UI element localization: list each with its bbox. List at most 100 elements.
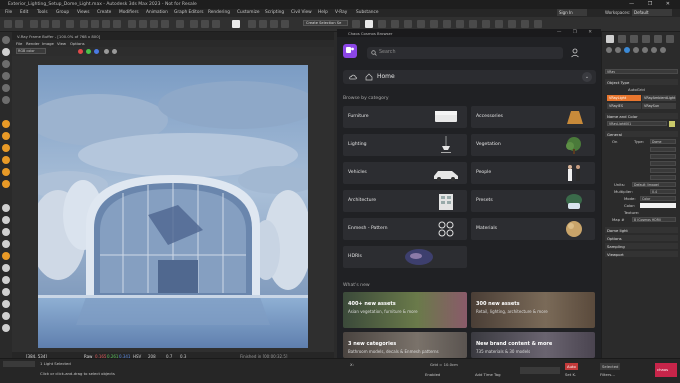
news-card-brand[interactable]: New brand content & more 735 materials &…	[471, 332, 595, 358]
angle-snap-icon[interactable]	[201, 20, 209, 28]
vray-proxy-tool-icon[interactable]	[2, 216, 10, 224]
chevron-down-icon[interactable]: ⌄	[582, 72, 592, 82]
blue-channel-icon[interactable]	[94, 49, 99, 54]
utilities-tab-icon[interactable]	[666, 35, 674, 43]
object-color-swatch[interactable]	[669, 121, 675, 127]
render-frame-icon[interactable]	[365, 20, 373, 28]
select-object-icon[interactable]	[80, 20, 88, 28]
cursor-icon[interactable]	[2, 36, 10, 44]
category-filter-select[interactable]: VRay	[605, 69, 678, 74]
fb-menu-view[interactable]: View	[57, 41, 66, 46]
menu-help[interactable]: Help	[318, 10, 328, 15]
selection-set-select[interactable]: Create Selection Se	[303, 20, 348, 26]
sampling-rollout[interactable]: Sampling	[605, 243, 678, 249]
length-field[interactable]	[650, 154, 676, 159]
units-select[interactable]: Default (image)	[632, 182, 676, 187]
category-materials[interactable]: Materials	[471, 218, 595, 240]
key-filters-button[interactable]: Filters...	[600, 372, 615, 377]
render-setup-icon[interactable]	[232, 20, 240, 28]
vrayambientlight-button[interactable]: VRayAmbientLight	[642, 95, 676, 101]
scene-explorer-icon[interactable]	[281, 20, 289, 28]
mode-select[interactable]: Color	[640, 196, 676, 201]
vray-light-tool-icon[interactable]	[2, 120, 10, 128]
viewport-rollout[interactable]: Viewport	[605, 251, 678, 257]
rect-selection-icon[interactable]	[102, 20, 110, 28]
auto-key-button[interactable]: Auto	[565, 363, 578, 370]
vray-decal-icon[interactable]	[2, 252, 10, 260]
menu-file[interactable]: File	[5, 10, 12, 15]
helpers-icon[interactable]	[642, 47, 648, 53]
portal-field[interactable]	[650, 168, 676, 173]
vray-scatter-icon[interactable]	[2, 264, 10, 272]
menu-rendering[interactable]: Rendering	[208, 10, 230, 15]
system-icon[interactable]	[2, 96, 10, 104]
fb-menu-options[interactable]: Options	[70, 41, 85, 46]
render-iterative-icon[interactable]	[404, 20, 412, 28]
cameras-icon[interactable]	[633, 47, 639, 53]
vray-physical-camera-icon[interactable]	[2, 204, 10, 212]
news-card-300[interactable]: 300 new assets Retail, lighting, archite…	[471, 292, 595, 328]
render-teapot-icon[interactable]	[391, 20, 399, 28]
category-vehicles[interactable]: Vehicles	[343, 162, 467, 184]
object-type-rollout[interactable]: Object Type	[605, 79, 678, 85]
rotate-icon[interactable]	[139, 20, 147, 28]
options-rollout[interactable]: Options	[605, 235, 678, 241]
shapes-icon[interactable]	[615, 47, 621, 53]
playback-controls[interactable]	[520, 367, 560, 374]
vray-render-icon[interactable]	[430, 20, 438, 28]
vray-clipper-icon[interactable]	[2, 240, 10, 248]
material-editor-icon[interactable]	[352, 20, 360, 28]
menu-civil-view[interactable]: Civil View	[291, 10, 312, 15]
vray-sun-tool-icon[interactable]	[2, 132, 10, 140]
vray-volume-icon[interactable]	[2, 288, 10, 296]
snaps-icon[interactable]	[190, 20, 198, 28]
multiplier-field[interactable]: 0.4	[650, 189, 676, 194]
place-icon[interactable]	[161, 20, 169, 28]
systems-icon[interactable]	[660, 47, 666, 53]
fb-menu-render[interactable]: Render	[26, 41, 40, 46]
subdivs-field[interactable]	[650, 175, 676, 180]
menu-edit[interactable]: Edit	[20, 10, 28, 15]
key-filter-select[interactable]: Selected	[600, 363, 621, 370]
vray-plane-icon[interactable]	[521, 20, 529, 28]
display-tab-icon[interactable]	[654, 35, 662, 43]
category-accessories[interactable]: Accessories	[471, 106, 595, 128]
menu-create[interactable]: Create	[97, 10, 111, 15]
on-checkbox[interactable]: On	[612, 139, 617, 144]
vray-enmesh-icon[interactable]	[2, 276, 10, 284]
hierarchy-tab-icon[interactable]	[630, 35, 638, 43]
target-distance-field[interactable]	[650, 147, 676, 152]
light-type-select[interactable]: Dome	[650, 139, 676, 144]
vray-sun-icon[interactable]	[482, 20, 490, 28]
camera-icon[interactable]	[2, 60, 10, 68]
selection-filter-icon[interactable]	[66, 20, 74, 28]
vraysun-button[interactable]: VRaySun	[642, 103, 676, 109]
vrayies-button[interactable]: VRayIES	[607, 103, 641, 109]
vray-fur-tool-icon[interactable]	[2, 228, 10, 236]
menu-views[interactable]: Views	[77, 10, 89, 15]
vray-lightmix-icon[interactable]	[2, 300, 10, 308]
user-icon[interactable]	[570, 47, 580, 59]
save-image-icon[interactable]	[104, 49, 109, 54]
render-preview[interactable]	[38, 65, 308, 348]
bind-icon[interactable]	[52, 20, 60, 28]
render-cloud-icon[interactable]	[417, 20, 425, 28]
menu-tools[interactable]: Tools	[37, 10, 48, 15]
category-presets[interactable]: Presets	[471, 190, 595, 212]
name-color-rollout[interactable]: Name and Color	[605, 113, 678, 119]
menu-vray[interactable]: V-Ray	[335, 10, 347, 15]
lights-icon[interactable]	[624, 47, 630, 53]
vraylight-button[interactable]: VRayLight	[607, 95, 641, 101]
vray-toon-icon[interactable]	[2, 312, 10, 320]
modify-tab-icon[interactable]	[618, 35, 626, 43]
vray-proxy-icon[interactable]	[495, 20, 503, 28]
vray-fur-icon[interactable]	[508, 20, 516, 28]
motion-tab-icon[interactable]	[642, 35, 650, 43]
category-enmesh-pattern[interactable]: Enmesh - Pattern	[343, 218, 467, 240]
spacewarps-icon[interactable]	[651, 47, 657, 53]
cosmos-icon[interactable]	[534, 20, 542, 28]
green-channel-icon[interactable]	[86, 49, 91, 54]
vray-sky-icon[interactable]	[2, 324, 10, 332]
category-lighting[interactable]: Lighting	[343, 134, 467, 156]
red-channel-icon[interactable]	[78, 49, 83, 54]
